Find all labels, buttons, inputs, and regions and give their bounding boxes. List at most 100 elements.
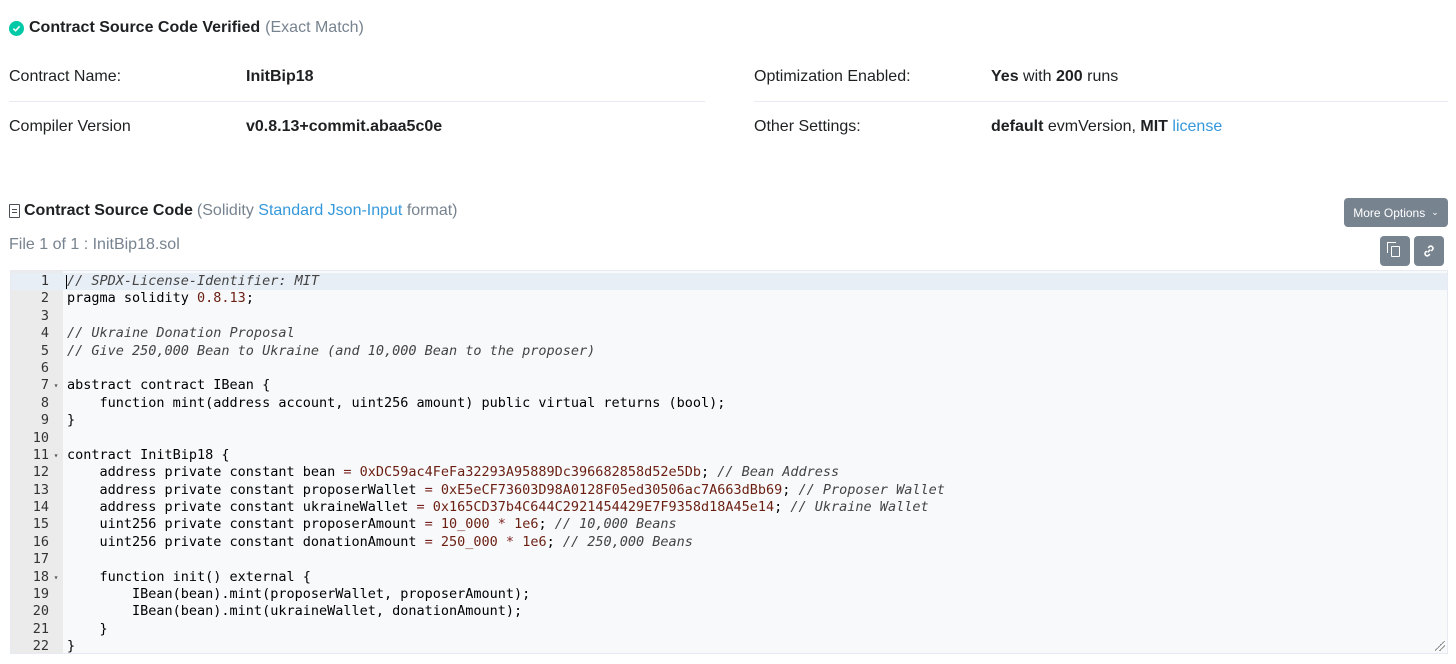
other-default: default bbox=[991, 118, 1044, 135]
code-editor[interactable]: 1 // SPDX-License-Identifier: MIT 2 pragma … bbox=[10, 270, 1448, 654]
code-text: } bbox=[67, 620, 108, 637]
code-line: 3 bbox=[11, 308, 1447, 325]
other-settings-value: default evmVersion, MIT license bbox=[991, 118, 1222, 136]
optimization-enabled: Yes bbox=[991, 68, 1019, 85]
line-number: 8 bbox=[40, 394, 49, 411]
code-text: // Ukraine Donation Proposal bbox=[67, 325, 295, 342]
code-text: pragma solidity 0.8.13; bbox=[67, 290, 254, 307]
optimization-runs: 200 bbox=[1055, 68, 1083, 85]
contract-name-value: InitBip18 bbox=[246, 68, 314, 85]
text-cursor bbox=[66, 275, 67, 289]
link-icon bbox=[1424, 245, 1434, 257]
file-indicator: File 1 of 1 : InitBip18.sol bbox=[9, 236, 180, 253]
code-text: address private constant ukraineWallet =… bbox=[67, 499, 929, 516]
code-text: address private constant proposerWallet … bbox=[67, 481, 945, 498]
code-text: contract InitBip18 { bbox=[67, 446, 230, 463]
resize-handle[interactable] bbox=[1435, 641, 1445, 651]
standard-json-input-link[interactable]: Standard Json-Input bbox=[258, 202, 402, 219]
chevron-down-icon: ⌄ bbox=[1431, 207, 1439, 217]
code-line: 15 uint256 private constant proposerAmou… bbox=[11, 516, 1447, 533]
more-options-button[interactable]: More Options ⌄ bbox=[1344, 198, 1448, 227]
source-code-header: Contract Source Code (Solidity Standard … bbox=[9, 200, 458, 222]
line-number: 5 bbox=[40, 342, 49, 359]
line-number: 15 bbox=[32, 516, 49, 533]
other-evm: evmVersion, bbox=[1047, 118, 1136, 135]
line-number: 7 bbox=[40, 377, 49, 394]
line-number: 3 bbox=[40, 307, 49, 324]
code-text: address private constant bean = 0xDC59ac… bbox=[67, 464, 840, 481]
code-text: // Give 250,000 Bean to Ukraine (and 10,… bbox=[67, 342, 596, 359]
code-line: 14 address private constant ukraineWalle… bbox=[11, 499, 1447, 516]
other-mit: MIT bbox=[1140, 118, 1168, 135]
line-number: 11 bbox=[32, 446, 49, 463]
code-line: 20 IBean(bean).mint(ukraineWallet, donat… bbox=[11, 603, 1447, 620]
code-text: IBean(bean).mint(proposerWallet, propose… bbox=[67, 586, 531, 603]
check-circle-icon bbox=[9, 20, 24, 36]
code-text: abstract contract IBean { bbox=[67, 377, 271, 394]
code-line: 16 uint256 private constant donationAmou… bbox=[11, 534, 1447, 551]
verified-match: (Exact Match) bbox=[265, 19, 364, 36]
line-number: 21 bbox=[32, 620, 49, 637]
fold-toggle-icon[interactable]: ▾ bbox=[52, 569, 60, 586]
fold-toggle-icon[interactable]: ▾ bbox=[52, 447, 60, 464]
document-icon bbox=[9, 204, 20, 218]
code-lines: 1 // SPDX-License-Identifier: MIT 2 pragma … bbox=[11, 273, 1447, 654]
line-number: 2 bbox=[40, 290, 49, 307]
line-number: 20 bbox=[32, 603, 49, 620]
line-number: 14 bbox=[32, 499, 49, 516]
code-line: 7 ▾ abstract contract IBean { bbox=[11, 377, 1447, 394]
line-number: 22 bbox=[32, 638, 49, 654]
code-line: 13 address private constant proposerWall… bbox=[11, 482, 1447, 499]
code-line: 6 bbox=[11, 360, 1447, 377]
code-line: 17 bbox=[11, 551, 1447, 568]
line-number: 13 bbox=[32, 481, 49, 498]
code-line: 5 // Give 250,000 Bean to Ukraine (and 10… bbox=[11, 343, 1447, 360]
divider bbox=[9, 101, 705, 102]
code-line: 10 bbox=[11, 430, 1447, 447]
optimization-value: Yes with 200 runs bbox=[991, 68, 1118, 86]
code-text: function mint(address account, uint256 a… bbox=[67, 394, 726, 411]
code-text: function init() external { bbox=[67, 568, 311, 585]
code-text: } bbox=[67, 638, 76, 654]
line-number: 12 bbox=[32, 464, 49, 481]
line-number: 6 bbox=[40, 359, 49, 376]
verified-title: Contract Source Code Verified bbox=[29, 19, 261, 36]
divider bbox=[754, 101, 1448, 102]
line-number: 19 bbox=[32, 586, 49, 603]
compiler-value: v0.8.13+commit.abaa5c0e bbox=[246, 118, 443, 135]
license-link[interactable]: license bbox=[1172, 118, 1222, 135]
fold-toggle-icon[interactable]: ▾ bbox=[52, 377, 60, 394]
source-format: (Solidity Standard Json-Input format) bbox=[197, 202, 458, 220]
line-number: 10 bbox=[32, 429, 49, 446]
code-line: 19 IBean(bean).mint(proposerWallet, prop… bbox=[11, 586, 1447, 603]
line-number: 4 bbox=[40, 325, 49, 342]
code-text: uint256 private constant donationAmount … bbox=[67, 533, 693, 550]
code-line: 9} bbox=[11, 412, 1447, 429]
optimization-with: with bbox=[1023, 68, 1052, 85]
code-line: 21 } bbox=[11, 621, 1447, 638]
code-text: } bbox=[67, 412, 76, 429]
more-options-label: More Options bbox=[1353, 205, 1426, 220]
compiler-label: Compiler Version bbox=[9, 118, 131, 135]
line-number: 18 bbox=[32, 568, 49, 585]
optimization-runs-suffix: runs bbox=[1087, 68, 1119, 85]
code-line: 8 function mint(address account, uint256… bbox=[11, 395, 1447, 412]
copy-button[interactable] bbox=[1380, 236, 1410, 266]
line-number: 9 bbox=[40, 412, 49, 429]
code-text: uint256 private constant proposerAmount … bbox=[67, 516, 677, 533]
format-suffix: format) bbox=[406, 202, 458, 219]
code-text: IBean(bean).mint(ukraineWallet, donation… bbox=[67, 603, 523, 620]
code-line: 12 address private constant bean = 0xDC5… bbox=[11, 464, 1447, 481]
copy-icon bbox=[1386, 241, 1400, 257]
line-number: 16 bbox=[32, 533, 49, 550]
code-text: // SPDX-License-Identifier: MIT bbox=[67, 273, 319, 289]
contract-name-label: Contract Name: bbox=[9, 68, 122, 85]
format-prefix: (Solidity bbox=[196, 202, 254, 219]
verified-banner: Contract Source Code Verified (Exact Mat… bbox=[9, 17, 364, 39]
other-settings-label: Other Settings: bbox=[754, 118, 861, 135]
code-line: 2 pragma solidity 0.8.13; bbox=[11, 290, 1447, 307]
source-code-title: Contract Source Code bbox=[24, 202, 193, 219]
code-line: 1 // SPDX-License-Identifier: MIT bbox=[11, 273, 1447, 291]
code-line: 11 ▾ contract InitBip18 { bbox=[11, 447, 1447, 464]
link-button[interactable] bbox=[1414, 236, 1444, 266]
